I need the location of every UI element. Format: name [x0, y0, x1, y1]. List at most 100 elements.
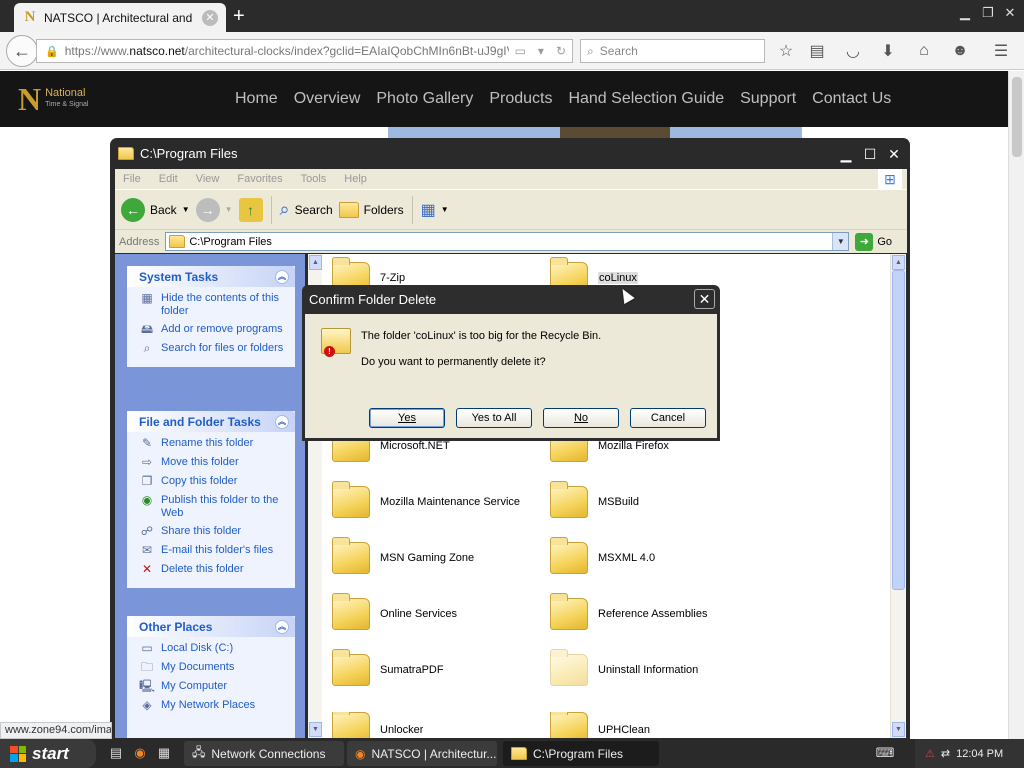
scroll-down-icon[interactable]: ▼ [892, 722, 905, 737]
task-move-folder[interactable]: ⇨ Move this folder [139, 456, 295, 470]
yes-to-all-button[interactable]: Yes to All [456, 408, 532, 428]
forward-nav-button[interactable]: → ▼ [195, 197, 233, 222]
up-folder-button[interactable]: ↑ [238, 197, 263, 222]
explorer-close-button[interactable]: ✕ [884, 145, 904, 163]
explorer-titlebar[interactable]: C:\Program Files [110, 138, 910, 169]
place-my-documents[interactable]: 🗀 My Documents [139, 661, 295, 675]
go-button[interactable]: ➜ Go [855, 232, 892, 251]
scroll-up-icon[interactable]: ▲ [892, 255, 905, 270]
explorer-maximize-button[interactable]: ☐ [860, 145, 880, 163]
views-button[interactable]: ▦ ▼ [421, 200, 449, 220]
cancel-button[interactable]: Cancel [630, 408, 706, 428]
no-button[interactable]: No [543, 408, 619, 428]
network-tray-icon[interactable]: ⇄ [941, 747, 950, 760]
other-places-header[interactable]: Other Places ︽ [127, 616, 295, 637]
chat-icon[interactable]: ☻ [949, 40, 971, 62]
folder-item[interactable]: Reference Assemblies [550, 593, 707, 630]
nav-overview[interactable]: Overview [294, 90, 361, 108]
place-my-computer[interactable]: 🖳 My Computer [139, 680, 295, 694]
dialog-close-button[interactable]: ✕ [694, 289, 715, 309]
task-delete-folder[interactable]: ✕ Delete this folder [139, 563, 295, 577]
reader-view-icon[interactable]: ▭ [515, 44, 526, 58]
minimize-button[interactable]: ▁ [955, 4, 975, 22]
place-my-network[interactable]: ◈ My Network Places [139, 699, 295, 713]
explorer-minimize-button[interactable]: ▁ [836, 145, 856, 163]
back-button[interactable]: ← [6, 35, 38, 67]
menu-favorites[interactable]: Favorites [237, 173, 282, 185]
task-copy-folder[interactable]: ❐ Copy this folder [139, 475, 295, 489]
task-share-folder[interactable]: ☍ Share this folder [139, 525, 295, 539]
folder-item[interactable]: Uninstall Information [550, 649, 698, 686]
task-hide-contents[interactable]: ▦ Hide the contents of this folder [139, 292, 295, 318]
menu-help[interactable]: Help [344, 173, 367, 185]
menu-edit[interactable]: Edit [159, 173, 178, 185]
folder-item[interactable]: SumatraPDF [332, 649, 444, 686]
site-logo[interactable]: N National Time & Signal [18, 83, 88, 115]
close-button[interactable]: ✕ [1000, 4, 1020, 22]
show-desktop-icon[interactable]: ▤ [107, 744, 125, 762]
url-bar[interactable]: 🔒 https://www.natsco.net/architectural-c… [36, 39, 573, 63]
start-button[interactable]: start [0, 739, 96, 768]
folder-item[interactable]: MSBuild [550, 481, 639, 518]
clock[interactable]: 12:04 PM [956, 748, 1003, 760]
page-scroll-thumb[interactable] [1012, 77, 1022, 157]
yes-button[interactable]: Yes [369, 408, 445, 428]
new-tab-button[interactable]: + [233, 6, 245, 26]
place-local-disk[interactable]: ▭ Local Disk (C:) [139, 642, 295, 656]
download-icon[interactable]: ⬇ [877, 40, 899, 62]
page-scrollbar[interactable] [1008, 71, 1024, 739]
task-search-files[interactable]: ⌕ Search for files or folders [139, 342, 295, 356]
restore-button[interactable]: ❐ [978, 4, 998, 22]
task-network-connections[interactable]: 🖧 Network Connections [184, 741, 344, 766]
content-scrollbar[interactable]: ▲ ▼ [890, 254, 906, 738]
address-input[interactable]: C:\Program Files ▼ [165, 232, 850, 251]
nav-products[interactable]: Products [489, 90, 552, 108]
home-icon[interactable]: ⌂ [913, 40, 935, 62]
pocket-icon[interactable]: ◡ [842, 40, 864, 62]
dialog-titlebar[interactable]: Confirm Folder Delete [302, 285, 720, 314]
file-folder-tasks-header[interactable]: File and Folder Tasks ︽ [127, 411, 295, 432]
menu-icon[interactable]: ☰ [990, 40, 1012, 62]
dropdown-icon[interactable]: ▾ [538, 44, 544, 58]
folder-item[interactable]: Unlocker [332, 712, 423, 738]
browser-tab[interactable]: N NATSCO | Architectural and L... ✕ [14, 3, 226, 32]
folder-item[interactable]: MSN Gaming Zone [332, 537, 474, 574]
menu-tools[interactable]: Tools [301, 173, 327, 185]
collapse-icon[interactable]: ︽ [275, 619, 289, 634]
search-field[interactable]: ⌕ Search [580, 39, 765, 63]
task-email-files[interactable]: ✉ E-mail this folder's files [139, 544, 295, 558]
folder-item[interactable]: UPHClean [550, 712, 650, 738]
calculator-icon[interactable]: ▦ [155, 744, 173, 762]
collapse-icon[interactable]: ︽ [275, 269, 289, 284]
reading-list-icon[interactable]: ▤ [806, 40, 828, 62]
nav-hand-selection-guide[interactable]: Hand Selection Guide [568, 90, 724, 108]
firefox-icon[interactable]: ◉ [131, 744, 149, 762]
nav-support[interactable]: Support [740, 90, 796, 108]
nav-contact-us[interactable]: Contact Us [812, 90, 891, 108]
nav-photo-gallery[interactable]: Photo Gallery [376, 90, 473, 108]
task-add-remove-programs[interactable]: 🖴 Add or remove programs [139, 323, 295, 337]
reload-icon[interactable]: ↻ [556, 44, 566, 58]
task-program-files[interactable]: C:\Program Files [503, 741, 659, 766]
menu-view[interactable]: View [196, 173, 220, 185]
security-alert-icon[interactable]: ⚠ [925, 747, 935, 760]
scroll-up-icon[interactable]: ▲ [309, 255, 322, 270]
address-dropdown-icon[interactable]: ▼ [832, 233, 849, 250]
task-firefox-natsco[interactable]: ◉ NATSCO | Architectur... [347, 741, 497, 766]
folder-item[interactable]: Mozilla Maintenance Service [332, 481, 520, 518]
collapse-icon[interactable]: ︽ [275, 414, 289, 429]
folder-item[interactable]: MSXML 4.0 [550, 537, 655, 574]
bookmark-star-icon[interactable]: ☆ [775, 40, 797, 62]
nav-home[interactable]: Home [235, 90, 278, 108]
search-button[interactable]: ⌕ Search [280, 199, 333, 220]
task-rename-folder[interactable]: ✎ Rename this folder [139, 437, 295, 451]
tab-close-icon[interactable]: ✕ [202, 9, 218, 26]
scroll-down-icon[interactable]: ▼ [309, 722, 322, 737]
menu-file[interactable]: File [123, 173, 141, 185]
back-nav-button[interactable]: ← Back ▼ [121, 197, 190, 222]
folders-button[interactable]: Folders [338, 201, 404, 218]
system-tasks-header[interactable]: System Tasks ︽ [127, 266, 295, 287]
content-scroll-thumb[interactable] [892, 270, 905, 590]
folder-item[interactable]: Online Services [332, 593, 457, 630]
keyboard-icon[interactable]: ⌨ [876, 744, 895, 762]
